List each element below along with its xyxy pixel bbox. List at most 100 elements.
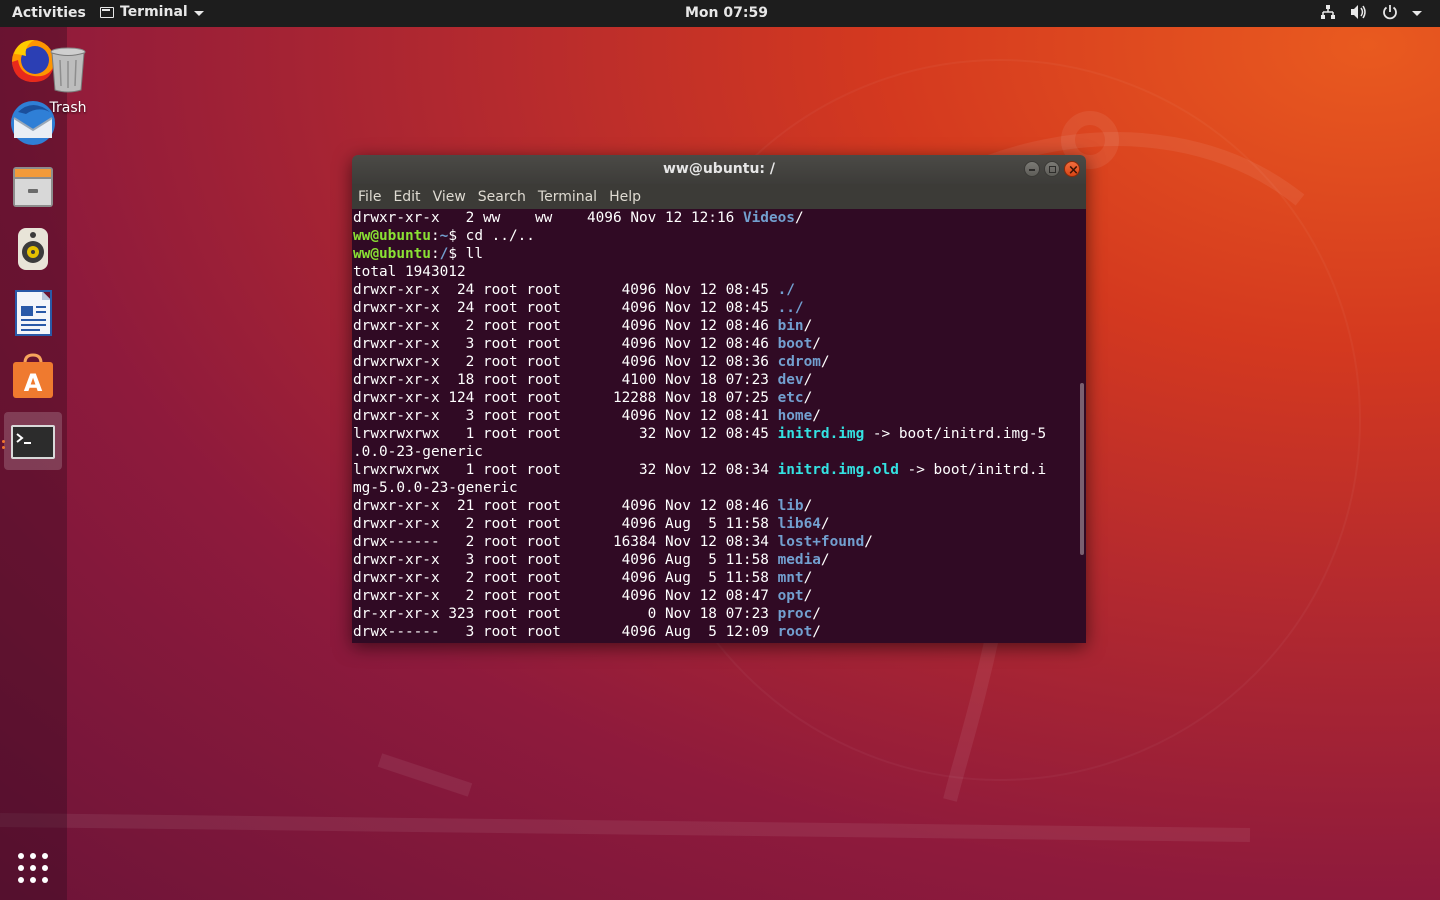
terminal-line: drwxr-xr-x 2 root root 4096 Nov 12 08:46…: [352, 317, 1086, 335]
dock-software[interactable]: A: [4, 347, 62, 405]
running-indicator: [2, 440, 5, 443]
trash-label: Trash: [49, 100, 87, 116]
terminal-line: drwxr-xr-x 2 root root 4096 Aug 5 11:58 …: [352, 569, 1086, 587]
dock-files[interactable]: [4, 157, 62, 215]
terminal-line: drwxr-xr-x 3 root root 4096 Nov 12 08:46…: [352, 335, 1086, 353]
file-permissions: drwx------: [353, 624, 440, 640]
file-owner: ww: [482, 210, 518, 226]
file-links: 124: [448, 390, 475, 406]
prompt-command: $ cd ../..: [448, 228, 535, 244]
file-permissions: drwxrwxr-x: [353, 354, 440, 370]
file-group: root: [526, 606, 561, 622]
file-links: 1: [448, 426, 475, 442]
file-size: 4096: [569, 552, 657, 568]
file-group: root: [526, 372, 561, 388]
file-group: root: [526, 624, 561, 640]
desktop-trash[interactable]: Trash: [45, 44, 91, 116]
volume-icon: [1351, 5, 1366, 19]
system-tray[interactable]: [1320, 4, 1422, 20]
clock[interactable]: Mon 07:59: [685, 5, 768, 21]
app-menu[interactable]: Terminal: [100, 4, 204, 20]
file-links: 24: [448, 300, 475, 316]
terminal-line: drwxr-xr-x 124 root root 12288 Nov 18 07…: [352, 389, 1086, 407]
file-owner: root: [482, 552, 518, 568]
file-suffix: /: [803, 372, 813, 388]
file-suffix: /: [864, 534, 873, 550]
menu-edit[interactable]: Edit: [393, 189, 420, 205]
rhythmbox-icon: [18, 228, 48, 270]
window-titlebar[interactable]: ww@ubuntu: /: [352, 155, 1086, 185]
file-owner: root: [482, 624, 518, 640]
file-date: Nov 12 08:46: [664, 318, 769, 334]
file-group: root: [526, 390, 561, 406]
file-size: 4100: [569, 372, 657, 388]
file-suffix: -> boot/initrd.img-5: [864, 426, 1047, 442]
top-bar: Activities Terminal Mon 07:59: [0, 0, 1440, 27]
terminal-line: drwxr-xr-x 2 ww ww 4096 Nov 12 12:16 Vid…: [352, 209, 1086, 227]
file-name: lost+found: [777, 534, 865, 550]
window-controls: [1024, 156, 1080, 185]
file-name: dev: [777, 372, 804, 388]
maximize-button[interactable]: [1044, 161, 1060, 177]
dock-terminal[interactable]: [4, 412, 62, 470]
file-name: home: [777, 408, 813, 424]
files-icon: [13, 167, 53, 207]
terminal-line: lrwxrwxrwx 1 root root 32 Nov 12 08:45 i…: [352, 425, 1086, 443]
terminal-line: lrwxrwxrwx 1 root root 32 Nov 12 08:34 i…: [352, 461, 1086, 479]
file-permissions: drwxr-xr-x: [353, 390, 440, 406]
file-suffix: /: [803, 498, 813, 514]
file-links: 3: [448, 552, 475, 568]
file-permissions: drwxr-xr-x: [353, 498, 440, 514]
writer-icon: [15, 290, 52, 336]
menu-help[interactable]: Help: [609, 189, 641, 205]
file-name: bin: [777, 318, 804, 334]
terminal-line: .0.0-23-generic: [352, 443, 1086, 461]
activities-button[interactable]: Activities: [12, 5, 86, 21]
terminal-line: drwxr-xr-x 2 root root 4096 Nov 12 08:47…: [352, 587, 1086, 605]
file-permissions: drwxr-xr-x: [353, 282, 440, 298]
close-button[interactable]: [1064, 156, 1080, 185]
menu-search[interactable]: Search: [478, 189, 526, 205]
file-date: Nov 12 08:47: [664, 588, 769, 604]
app-menu-label: Terminal: [120, 4, 188, 20]
terminal-icon: [100, 6, 114, 18]
menu-view[interactable]: View: [433, 189, 466, 205]
file-size: 4096: [578, 210, 622, 226]
file-suffix: /: [803, 570, 813, 586]
file-date: Nov 18 07:23: [664, 606, 769, 622]
chevron-down-icon: [1412, 10, 1422, 16]
file-suffix: /: [820, 552, 830, 568]
minimize-button[interactable]: [1024, 161, 1040, 177]
file-size: 12288: [569, 390, 657, 406]
file-group: root: [526, 336, 561, 352]
terminal-line: total 1943012: [352, 263, 1086, 281]
file-links: 2: [448, 570, 475, 586]
file-size: 4096: [569, 354, 657, 370]
file-links: 3: [448, 336, 475, 352]
file-name: initrd.img: [777, 426, 865, 442]
file-owner: root: [482, 336, 518, 352]
terminal-output[interactable]: drwxr-xr-x 2 ww ww 4096 Nov 12 12:16 Vid…: [352, 209, 1086, 643]
file-date: Nov 12 08:45: [664, 300, 769, 316]
dock: A: [0, 27, 67, 900]
terminal-scrollbar[interactable]: [1080, 383, 1084, 555]
terminal-line: drwxr-xr-x 3 root root 4096 Nov 12 08:41…: [352, 407, 1086, 425]
file-size: 32: [569, 462, 657, 478]
file-date: Nov 18 07:25: [664, 390, 769, 406]
chevron-down-icon: [193, 10, 204, 16]
menu-terminal[interactable]: Terminal: [538, 189, 597, 205]
file-permissions: lrwxrwxrwx: [353, 426, 440, 442]
file-date: Nov 12 08:46: [664, 498, 769, 514]
dock-rhythmbox[interactable]: [4, 220, 62, 278]
software-icon: A: [13, 353, 53, 398]
file-permissions: drwxr-xr-x: [353, 372, 440, 388]
menu-file[interactable]: File: [358, 189, 381, 205]
file-links: 1: [448, 462, 475, 478]
file-group: root: [526, 354, 561, 370]
show-applications-icon[interactable]: [17, 852, 49, 884]
file-links: 24: [448, 282, 475, 298]
file-suffix: -> boot/initrd.i: [898, 462, 1047, 478]
file-name: proc: [777, 606, 813, 622]
terminal-window[interactable]: ww@ubuntu: / File Edit View Search Termi…: [352, 155, 1086, 643]
dock-writer[interactable]: [4, 284, 62, 342]
